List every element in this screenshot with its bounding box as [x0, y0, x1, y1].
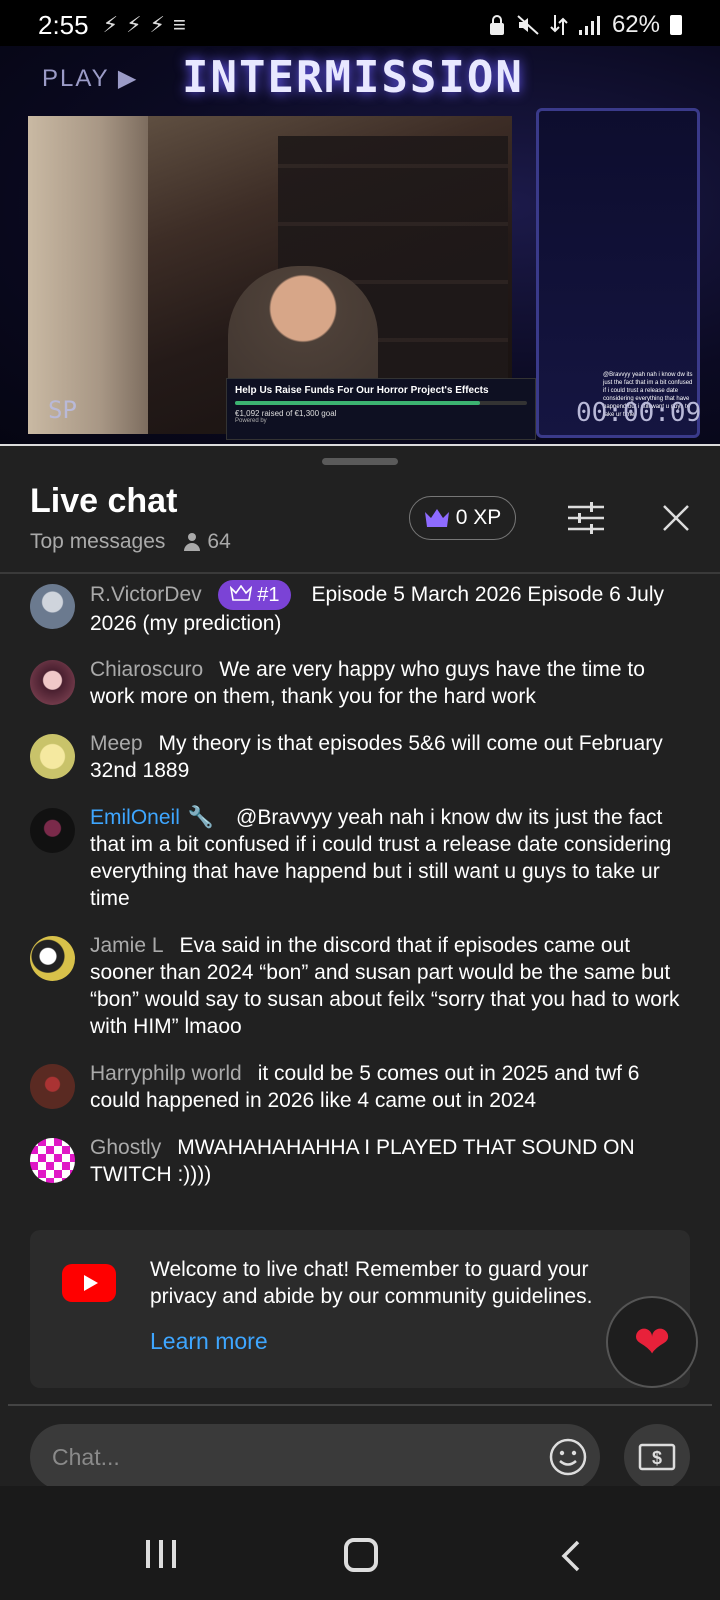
chat-author[interactable]: Chiaroscuro	[90, 658, 203, 681]
drag-handle[interactable]	[322, 458, 398, 465]
fundraiser-title: Help Us Raise Funds For Our Horror Proje…	[235, 385, 489, 396]
chat-settings-button[interactable]	[566, 498, 606, 538]
viewer-count: 64	[183, 530, 231, 554]
fundraiser-overlay: Help Us Raise Funds For Our Horror Proje…	[226, 378, 536, 440]
close-chat-button[interactable]	[656, 498, 696, 538]
chat-message: Harryphilp world it could be 5 comes out …	[0, 1060, 720, 1134]
stream-side-panel: @Bravvyy yeah nah i know dw its just the…	[536, 108, 700, 438]
status-time: 2:55	[38, 9, 89, 40]
chat-message: Ghostly MWAHAHAHAHHA I PLAYED THAT SOUND …	[0, 1134, 720, 1208]
chat-input-container	[30, 1424, 600, 1490]
avatar[interactable]	[30, 808, 75, 853]
chat-message-text: MWAHAHAHAHHA I PLAYED THAT SOUND ON TWIT…	[90, 1136, 635, 1186]
sliders-icon	[568, 502, 604, 534]
chat-message: Jamie L Eva said in the discord that if e…	[0, 932, 720, 1060]
chat-author[interactable]: Ghostly	[90, 1136, 161, 1159]
notification-icons: ⚡ ⚡ ⚡ ≡	[103, 12, 186, 38]
chat-title: Live chat	[30, 482, 178, 520]
rank-badge-label: #1	[257, 584, 280, 606]
heart-reaction-button[interactable]: ❤	[606, 1296, 698, 1388]
lock-icon	[489, 15, 504, 35]
chat-author[interactable]: Meep	[90, 732, 143, 755]
crown-icon	[229, 584, 252, 601]
fundraiser-progress-fill	[235, 401, 481, 405]
back-button[interactable]	[552, 1536, 592, 1576]
svg-text:$: $	[652, 1448, 662, 1468]
close-icon	[663, 505, 689, 531]
status-bar: 2:55 ⚡ ⚡ ⚡ ≡ 62%	[0, 0, 720, 50]
android-nav-bar	[0, 1486, 720, 1600]
chat-author[interactable]: Jamie L	[90, 934, 164, 957]
battery-percent: 62%	[611, 11, 660, 38]
chat-message-list[interactable]: R.VictorDev #1 Episode 5 March 2026 Episo…	[0, 580, 720, 1208]
avatar[interactable]	[30, 734, 75, 779]
emoji-button[interactable]	[548, 1437, 588, 1477]
mute-icon	[517, 15, 539, 35]
viewer-count-value: 64	[207, 530, 231, 553]
learn-more-link[interactable]: Learn more	[150, 1328, 268, 1355]
chat-author[interactable]: EmilOneil	[90, 806, 180, 829]
avatar[interactable]	[30, 1064, 75, 1109]
top-messages-filter[interactable]: Top messages	[30, 530, 165, 554]
home-button[interactable]	[344, 1538, 378, 1572]
youtube-logo-icon	[62, 1264, 116, 1302]
recents-button[interactable]	[146, 1540, 176, 1568]
video-play-label: PLAY ▶	[42, 65, 139, 92]
lightning-icon: ⚡	[149, 12, 165, 37]
status-right: 62%	[488, 11, 682, 39]
video-timer: 00:00:09	[576, 398, 702, 428]
fundraiser-amount: €1,092 raised of €1,300 goal	[235, 409, 337, 418]
welcome-card: Welcome to live chat! Remember to guard …	[30, 1230, 690, 1388]
heart-icon: ❤	[633, 1317, 671, 1367]
chat-message-text: My theory is that episodes 5&6 will come…	[90, 732, 663, 782]
chat-subheader: Top messages 64	[30, 530, 231, 554]
xp-button[interactable]: 0 XP	[409, 496, 516, 540]
video-player[interactable]: PLAY ▶ INTERMISSION @Bravvyy yeah nah i …	[0, 46, 720, 446]
avatar[interactable]	[30, 660, 75, 705]
wrench-icon: 🔧	[187, 806, 215, 829]
battery-icon	[670, 15, 682, 35]
header-separator	[0, 572, 720, 574]
fundraiser-progress	[235, 401, 527, 405]
live-chat-panel: Live chat Top messages 64 0 XP R.VictorD…	[0, 446, 720, 1600]
person-icon	[183, 533, 201, 551]
rank-badge: #1	[217, 580, 292, 610]
chat-message: Meep My theory is that episodes 5&6 will …	[0, 730, 720, 804]
avatar[interactable]	[30, 1138, 75, 1183]
super-chat-button[interactable]: $	[624, 1424, 690, 1490]
xp-value: 0 XP	[455, 506, 502, 529]
chat-author[interactable]: R.VictorDev	[90, 583, 202, 606]
lightning-icon: ⚡	[102, 12, 119, 37]
chat-message: EmilOneil 🔧 @Bravvyy yeah nah i know dw it…	[0, 804, 720, 932]
chat-message-text: Eva said in the discord that if episodes…	[90, 934, 680, 1038]
input-separator	[8, 1404, 712, 1406]
lightning-icon: ⚡	[126, 12, 142, 37]
menu-notification-icon: ≡	[172, 12, 186, 37]
welcome-text: Welcome to live chat! Remember to guard …	[150, 1258, 593, 1308]
fundraiser-powered: Powered by	[235, 418, 267, 424]
crown-icon	[424, 509, 449, 527]
video-overlay-label: SP	[48, 396, 77, 424]
dollar-bill-icon: $	[638, 1443, 676, 1471]
chat-input[interactable]	[52, 1424, 522, 1490]
smiley-icon	[549, 1438, 587, 1476]
signal-icon	[578, 16, 600, 35]
avatar[interactable]	[30, 936, 75, 981]
chat-message: R.VictorDev #1 Episode 5 March 2026 Episo…	[0, 580, 720, 654]
video-title-banner: INTERMISSION	[182, 52, 524, 103]
avatar[interactable]	[30, 584, 75, 629]
chat-message: Chiaroscuro We are very happy who guys ha…	[0, 656, 720, 730]
webcam-curtain	[28, 116, 148, 434]
chat-author[interactable]: Harryphilp world	[90, 1062, 242, 1085]
back-chevron-icon	[561, 1540, 580, 1572]
data-arrows-icon	[550, 15, 568, 35]
